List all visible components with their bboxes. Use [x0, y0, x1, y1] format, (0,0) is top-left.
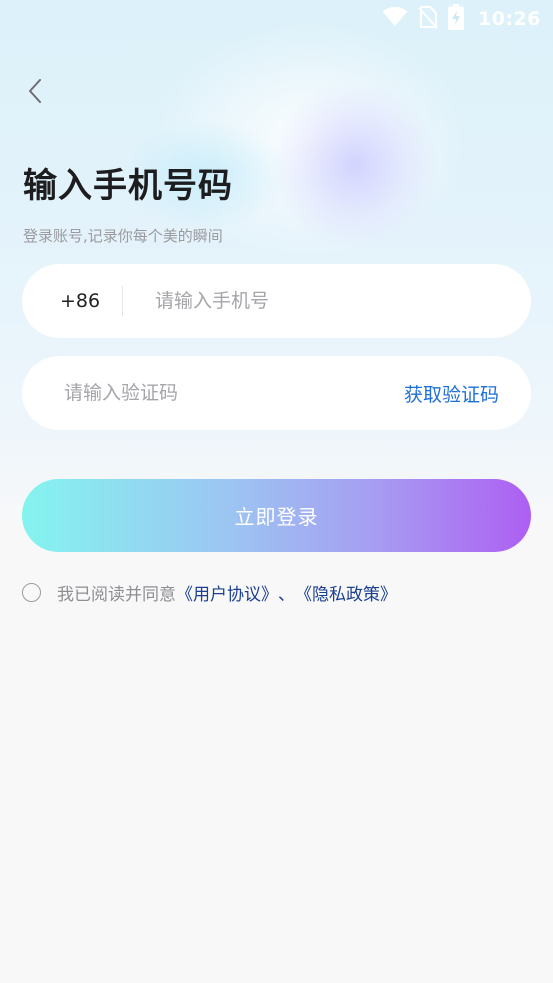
get-code-button[interactable]: 获取验证码 [404, 380, 499, 407]
verification-code-field: 获取验证码 [22, 356, 531, 430]
status-bar: 10:26 [0, 0, 553, 38]
status-icons: 10:26 [382, 4, 541, 34]
page-title: 输入手机号码 [23, 166, 233, 206]
login-button[interactable]: 立即登录 [22, 479, 531, 552]
phone-input[interactable] [153, 289, 497, 313]
chevron-left-icon [28, 79, 42, 107]
country-code[interactable]: +86 [22, 290, 122, 312]
agreement-separator: 、 [278, 584, 295, 605]
user-agreement-link[interactable]: 《用户协议》 [176, 580, 278, 605]
battery-charging-icon [448, 4, 465, 34]
agreement-text: 我已阅读并同意 [57, 584, 176, 605]
page-subtitle: 登录账号,记录你每个美的瞬间 [23, 227, 223, 245]
verification-code-input[interactable] [62, 381, 366, 405]
agreement-row: 我已阅读并同意 《用户协议》 、 《隐私政策》 [22, 579, 397, 605]
wifi-icon [382, 7, 408, 31]
back-button[interactable] [18, 74, 52, 112]
background-glow [270, 80, 440, 250]
divider [122, 286, 123, 316]
phone-field: +86 [22, 264, 531, 338]
status-time: 10:26 [478, 8, 541, 30]
no-sim-icon [418, 5, 438, 33]
agreement-checkbox[interactable] [22, 582, 41, 602]
privacy-policy-link[interactable]: 《隐私政策》 [295, 580, 397, 605]
